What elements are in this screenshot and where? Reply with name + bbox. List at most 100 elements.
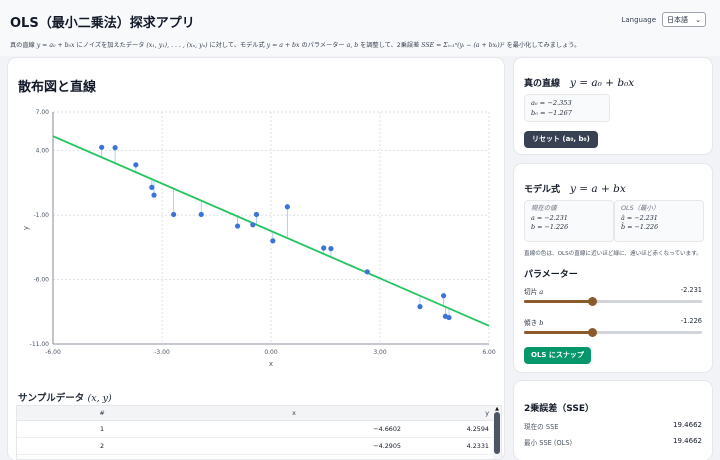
slope-label-text: 傾き — [524, 319, 540, 327]
slope-slider-fill — [524, 331, 593, 334]
current-values-box: 現在の値 a = −2.231 b = −1.226 — [524, 200, 614, 242]
slope-value: -1.226 — [680, 317, 702, 325]
x-tick-label: 3.00 — [373, 349, 387, 356]
x-tick-label: -6.00 — [45, 349, 61, 356]
min-sse-value: 19.4662 — [673, 437, 702, 445]
scroll-thumb[interactable] — [494, 412, 500, 454]
sample-data-title: サンプルデータ (x, y) — [18, 390, 112, 404]
data-point — [284, 204, 290, 210]
y-axis-label: y — [22, 226, 30, 230]
x-tick-label: 0.00 — [264, 349, 278, 356]
current-sse-value: 19.4662 — [673, 421, 702, 429]
desc-math-3: y = a + bx — [266, 42, 300, 49]
data-point — [250, 222, 256, 228]
column-header-index: # — [17, 406, 187, 421]
app-title: OLS（最小二乗法）探求アプリ — [10, 16, 195, 31]
data-point — [99, 144, 105, 150]
intercept-slider-fill — [524, 300, 593, 303]
true-b0-value: b₀ = −1.267 — [531, 109, 572, 117]
desc-text-3: に対して、モデル式 — [207, 42, 267, 49]
y-tick-label: 7.00 — [36, 109, 50, 116]
data-point — [234, 223, 241, 229]
desc-text-6: を最小化してみましょう。 — [504, 42, 581, 49]
data-point — [321, 245, 327, 251]
model-title: モデル式 y = a + bx — [524, 182, 626, 195]
sample-title-math: (x, y) — [87, 393, 112, 404]
ols-a-value: â = −2.231 — [621, 213, 658, 222]
slope-slider[interactable] — [524, 328, 702, 337]
cell-index: 1 — [17, 420, 187, 438]
current-a-value: a = −2.231 — [531, 213, 568, 222]
cell-x: −4.6602 — [187, 420, 407, 438]
intercept-slider-thumb[interactable] — [588, 297, 598, 306]
data-point — [446, 314, 452, 321]
model-card: モデル式 y = a + bx 現在の値 a = −2.231 b = −1.22… — [514, 164, 712, 372]
language-select[interactable]: 日本語 ⌄ — [662, 12, 706, 27]
desc-text-4: のパラメーター — [299, 42, 347, 49]
sample-title-text: サンプルデータ — [18, 393, 88, 404]
data-point — [112, 145, 118, 151]
table-row: 2 −4.2905 4.2331 — [17, 437, 495, 455]
language-control: Language 日本語 ⌄ — [621, 12, 706, 27]
true-line-card: 真の直線 y = a₀ + b₀x a₀ = −2.353 b₀ = −1.267… — [514, 58, 712, 154]
chart-title: 散布図と直線 — [18, 80, 97, 95]
cell-x: −4.2905 — [187, 437, 407, 455]
x-axis-label: x — [269, 360, 273, 368]
desc-text-1: 真の直線 — [10, 42, 37, 49]
language-value: 日本語 — [667, 15, 688, 24]
min-sse-label: 最小 SSE (OLS) — [524, 439, 573, 447]
y-tick-label: -1.00 — [33, 212, 49, 219]
scatter-card: 散布図と直線 -6.00 -3.00 0.00 3.00 6.00 7.00 4.00 -1.… — [8, 58, 504, 460]
data-point — [417, 304, 423, 310]
true-a0-value: a₀ = −2.353 — [531, 99, 572, 107]
intercept-slider[interactable] — [524, 297, 702, 306]
data-point — [198, 211, 204, 218]
true-line-title-text: 真の直線 — [524, 79, 561, 89]
intercept-symbol: a — [539, 288, 544, 296]
true-params-box: a₀ = −2.353 b₀ = −1.267 — [524, 94, 610, 122]
parameters-title: パラメーター — [524, 270, 578, 280]
sample-data-table[interactable]: # x y 1 −4.6602 4.2594 2 −4.2905 4.2331 — [16, 405, 502, 460]
slope-symbol: b — [539, 319, 544, 327]
snap-to-ols-button[interactable]: OLS にスナップ — [524, 347, 591, 364]
language-label: Language — [621, 15, 656, 24]
model-title-text: モデル式 — [524, 185, 561, 195]
intercept-value: -2.231 — [680, 286, 702, 294]
current-values-label: 現在の値 — [531, 204, 557, 212]
cell-index: 2 — [17, 437, 187, 455]
y-tick-label: -11.00 — [30, 341, 50, 348]
data-point — [440, 293, 447, 299]
data-point — [133, 162, 139, 168]
intercept-label-text: 切片 — [524, 288, 540, 296]
y-tick-label: -6.00 — [33, 277, 49, 284]
x-tick-label: 6.00 — [482, 349, 496, 356]
desc-math-4: a, b — [346, 42, 359, 49]
column-header-x: x — [187, 406, 407, 421]
table-scrollbar[interactable]: ▲ — [493, 406, 501, 459]
ols-b-value: b̂ = −1.226 — [621, 223, 659, 231]
desc-math-2: (x₁, y₁), . . . , (xₙ, yₙ) — [146, 42, 208, 49]
data-point — [253, 211, 260, 218]
current-sse-label: 現在の SSE — [524, 423, 559, 431]
chevron-down-icon: ⌄ — [695, 15, 701, 24]
true-line-title: 真の直線 y = a₀ + b₀x — [524, 76, 634, 89]
x-tick-label: -3.00 — [154, 349, 170, 356]
description: 真の直線 y = a₀ + b₀x にノイズを加えたデータ (x₁, y₁), … — [10, 40, 580, 49]
current-sse-row: 現在の SSE 19.4662 — [524, 421, 702, 431]
desc-text-5: を調整して、2乗誤差 — [358, 42, 422, 49]
table-row: 1 −4.6602 4.2594 — [17, 420, 495, 438]
sse-card: 2乗誤差（SSE） 現在の SSE 19.4662 最小 SSE (OLS) 1… — [514, 381, 712, 460]
ols-values-label: OLS（最小） — [621, 204, 660, 212]
cell-y: 4.2594 — [407, 420, 495, 438]
y-tick-label: 4.00 — [36, 148, 50, 155]
intercept-label: 切片 a — [524, 286, 543, 296]
cell-y: 4.2331 — [407, 437, 495, 455]
current-b-value: b = −1.226 — [531, 223, 569, 231]
scatter-plot: -6.00 -3.00 0.00 3.00 6.00 7.00 4.00 -1.00 -6.00… — [22, 109, 496, 368]
model-equation: y = a + bx — [570, 183, 626, 195]
slope-slider-thumb[interactable] — [588, 328, 598, 337]
data-point — [328, 246, 334, 252]
data-point — [151, 192, 157, 198]
reset-button[interactable]: リセット (a₀, b₀) — [524, 131, 598, 148]
sse-title: 2乗誤差（SSE） — [524, 404, 594, 414]
